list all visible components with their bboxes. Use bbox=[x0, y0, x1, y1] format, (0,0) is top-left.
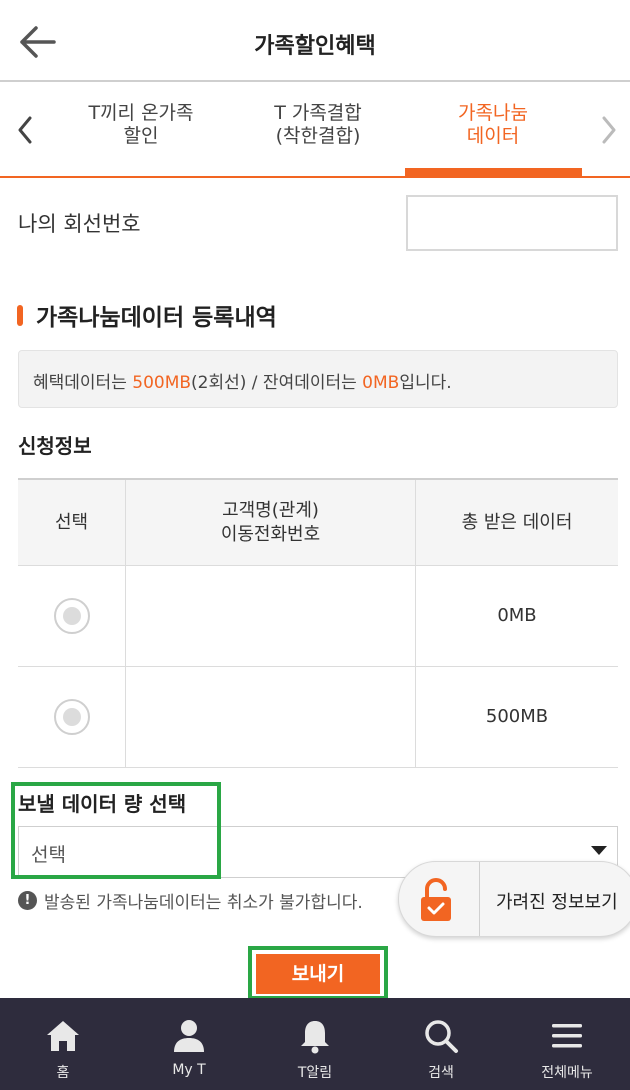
data-summary-notice: 혜택데이터는 500MB(2회선) / 잔여데이터는 0MB입니다. bbox=[18, 350, 618, 408]
nav-t-alarm[interactable]: T알림 bbox=[252, 998, 378, 1090]
nav-label: 전체메뉴 bbox=[541, 1065, 593, 1081]
tab-family-data-sharing[interactable]: 가족나눔 데이터 bbox=[418, 102, 568, 148]
tab-t-family-discount[interactable]: T끼리 온가족 할인 bbox=[66, 102, 216, 148]
bell-icon bbox=[297, 1018, 333, 1054]
select-value: 선택 bbox=[31, 844, 66, 866]
header-customer-name: 고객명(관계) bbox=[222, 499, 319, 521]
person-icon bbox=[171, 1018, 207, 1054]
header-total-data: 총 받은 데이터 bbox=[461, 511, 573, 533]
warning-icon: ! bbox=[18, 891, 37, 910]
family-data-table: 선택 고객명(관계) 이동전화번호 총 받은 데이터 0MB 500MB bbox=[18, 478, 618, 768]
unlock-icon bbox=[417, 876, 459, 924]
nav-my-t[interactable]: My T bbox=[126, 998, 252, 1090]
header-select: 선택 bbox=[18, 480, 126, 565]
active-tab-indicator bbox=[405, 168, 582, 176]
customer-cell bbox=[126, 667, 416, 767]
nav-home[interactable]: 홈 bbox=[0, 998, 126, 1090]
reveal-info-button[interactable]: 가려진 정보보기 bbox=[398, 861, 630, 937]
notice-text-part: 입니다. bbox=[399, 373, 452, 393]
nav-search[interactable]: 검색 bbox=[378, 998, 504, 1090]
line-number-label: 나의 회선번호 bbox=[18, 212, 141, 236]
tab-label-line1: T 가족결합 bbox=[274, 102, 362, 124]
nav-label: 홈 bbox=[56, 1065, 70, 1081]
tab-t-family-bundle[interactable]: T 가족결합 (착한결합) bbox=[243, 102, 393, 148]
table-row: 0MB bbox=[18, 566, 618, 667]
row-radio[interactable] bbox=[53, 699, 90, 735]
page-title: 가족할인혜택 bbox=[254, 34, 376, 59]
header-phone-number: 이동전화번호 bbox=[220, 523, 321, 545]
chevron-right-icon[interactable] bbox=[592, 108, 628, 152]
tab-bar: T끼리 온가족 할인 T 가족결합 (착한결합) 가족나눔 데이터 bbox=[0, 84, 630, 178]
tab-label-line1: 가족나눔 bbox=[458, 102, 528, 124]
send-amount-label: 보낼 데이터 량 선택 bbox=[18, 792, 187, 816]
section-title: 가족나눔데이터 등록내역 bbox=[36, 305, 277, 331]
tab-label-line2: (착한결합) bbox=[275, 125, 361, 147]
app-header: 가족할인혜택 bbox=[0, 0, 630, 82]
bottom-navigation: 홈 My T T알림 검색 전체메뉴 bbox=[0, 998, 630, 1090]
pill-divider bbox=[479, 862, 480, 936]
search-icon bbox=[423, 1018, 459, 1054]
chevron-left-icon[interactable] bbox=[8, 108, 44, 152]
warning-text: 발송된 가족나눔데이터는 취소가 불가합니다. bbox=[44, 893, 363, 913]
total-data-cell: 0MB bbox=[497, 605, 537, 626]
customer-cell bbox=[126, 566, 416, 666]
reveal-info-label: 가려진 정보보기 bbox=[496, 892, 618, 913]
notice-text-part: 혜택데이터는 bbox=[33, 373, 133, 393]
tab-label-line2: 데이터 bbox=[466, 125, 520, 147]
row-radio[interactable] bbox=[53, 598, 90, 634]
select-cell bbox=[18, 667, 126, 767]
line-number-field[interactable] bbox=[406, 195, 618, 251]
menu-icon bbox=[549, 1018, 585, 1054]
select-cell bbox=[18, 566, 126, 666]
line-number-value bbox=[416, 203, 602, 243]
section-accent-bar bbox=[17, 305, 23, 326]
radio-dot bbox=[62, 607, 81, 625]
table-header-row: 선택 고객명(관계) 이동전화번호 총 받은 데이터 bbox=[18, 480, 618, 566]
nav-label: 검색 bbox=[428, 1065, 454, 1081]
table-row: 500MB bbox=[18, 667, 618, 768]
remaining-data-value: 0MB bbox=[362, 373, 400, 393]
header-customer: 고객명(관계) 이동전화번호 bbox=[126, 480, 416, 565]
dropdown-arrow-icon bbox=[591, 846, 607, 855]
tab-label-line2: 할인 bbox=[123, 125, 159, 147]
send-button[interactable]: 보내기 bbox=[256, 954, 380, 994]
apply-info-title: 신청정보 bbox=[18, 434, 92, 458]
nav-label: My T bbox=[172, 1062, 206, 1078]
notice-text: 혜택데이터는 500MB(2회선) / 잔여데이터는 0MB입니다. bbox=[33, 368, 452, 393]
total-data-cell: 500MB bbox=[485, 706, 549, 727]
nav-label: T알림 bbox=[297, 1065, 333, 1081]
tab-label-line1: T끼리 온가족 bbox=[88, 102, 194, 124]
radio-dot bbox=[62, 708, 81, 726]
nav-full-menu[interactable]: 전체메뉴 bbox=[504, 998, 630, 1090]
benefit-data-value: 500MB bbox=[132, 373, 192, 393]
notice-text-part: (2회선) / 잔여데이터는 bbox=[191, 373, 363, 393]
home-icon bbox=[45, 1018, 81, 1054]
